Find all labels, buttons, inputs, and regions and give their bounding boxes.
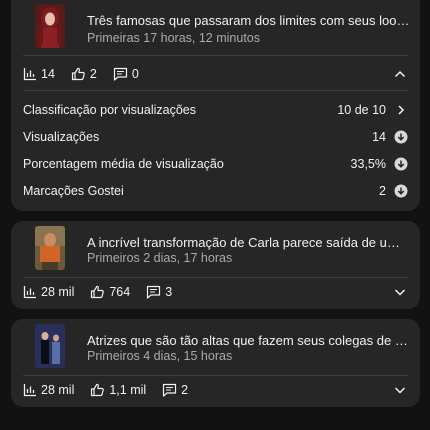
chevron-down-icon[interactable] — [392, 382, 408, 398]
thumbs-up-icon — [71, 67, 85, 81]
thumbs-up-icon — [91, 383, 105, 397]
video-title[interactable]: A incrível transformação de Carla parece… — [87, 235, 410, 250]
video-row[interactable]: Atrizes que são tão altas que fazem seus… — [11, 319, 420, 375]
likes-stat: 764 — [90, 285, 130, 299]
views-stat: 28 mil — [23, 285, 74, 299]
metric-row-rank[interactable]: Classificação por visualizações 10 de 10 — [23, 99, 408, 121]
metric-label: Marcações Gostei — [23, 184, 124, 198]
video-title[interactable]: Atrizes que são tão altas que fazem seus… — [87, 333, 410, 348]
comments-count: 2 — [181, 383, 189, 397]
likes-count: 764 — [109, 285, 131, 299]
arrow-down-circle-icon — [394, 130, 408, 144]
thumbs-up-icon — [91, 285, 105, 299]
bar-chart-icon — [23, 286, 36, 299]
chevron-up-icon[interactable] — [392, 66, 408, 82]
likes-count: 1,1 mil — [109, 383, 147, 397]
stats-row: 14 2 0 — [11, 64, 420, 84]
video-card: Três famosas que passaram dos limites co… — [11, 0, 420, 211]
metric-label: Visualizações — [23, 130, 100, 144]
views-count: 14 — [41, 67, 55, 81]
divider — [23, 277, 408, 278]
comments-stat: 2 — [162, 383, 188, 397]
divider — [23, 375, 408, 376]
video-row[interactable]: A incrível transformação de Carla parece… — [11, 221, 420, 277]
video-thumbnail[interactable] — [35, 324, 65, 368]
stats-row: 28 mil 1,1 mil 2 — [11, 380, 420, 400]
metric-value: 14 — [372, 130, 386, 144]
metric-value: 33,5% — [350, 157, 386, 171]
comment-icon — [147, 285, 161, 299]
stats-row: 28 mil 764 3 — [11, 282, 420, 302]
divider — [23, 55, 408, 56]
metric-row-likes: Marcações Gostei 2 — [23, 180, 408, 202]
metric-label: Porcentagem média de visualização — [23, 157, 224, 171]
likes-count: 2 — [89, 67, 97, 81]
video-subtitle: Primeiros 2 dias, 17 horas — [87, 251, 233, 265]
video-title[interactable]: Três famosas que passaram dos limites co… — [87, 13, 410, 28]
comment-icon — [113, 67, 127, 81]
video-thumbnail[interactable] — [35, 4, 65, 48]
views-stat: 28 mil — [23, 383, 74, 397]
metric-label: Classificação por visualizações — [23, 103, 196, 117]
comment-icon — [163, 383, 177, 397]
arrow-down-circle-icon — [394, 184, 408, 198]
comments-stat: 0 — [113, 67, 139, 81]
views-stat: 14 — [23, 67, 55, 81]
metric-value: 10 de 10 — [337, 103, 386, 117]
video-card: Atrizes que são tão altas que fazem seus… — [11, 319, 420, 407]
chevron-down-icon[interactable] — [392, 284, 408, 300]
bar-chart-icon — [23, 68, 36, 81]
metric-row-avg-percentage: Porcentagem média de visualização 33,5% — [23, 153, 408, 175]
video-card: A incrível transformação de Carla parece… — [11, 221, 420, 309]
likes-stat: 2 — [71, 67, 97, 81]
arrow-down-circle-icon — [394, 157, 408, 171]
views-count: 28 mil — [41, 383, 75, 397]
video-thumbnail[interactable] — [35, 226, 65, 270]
video-subtitle: Primeiros 4 dias, 15 horas — [87, 349, 233, 363]
comments-count: 0 — [131, 67, 139, 81]
views-count: 28 mil — [41, 285, 75, 299]
metric-value: 2 — [379, 184, 386, 198]
metric-row-views: Visualizações 14 — [23, 126, 408, 148]
divider — [23, 90, 408, 91]
comments-stat: 3 — [146, 285, 172, 299]
comments-count: 3 — [165, 285, 173, 299]
bar-chart-icon — [23, 384, 36, 397]
video-row[interactable]: Três famosas que passaram dos limites co… — [11, 0, 420, 54]
video-subtitle: Primeiras 17 horas, 12 minutos — [87, 31, 260, 45]
likes-stat: 1,1 mil — [90, 383, 146, 397]
chevron-right-icon[interactable] — [394, 103, 408, 117]
